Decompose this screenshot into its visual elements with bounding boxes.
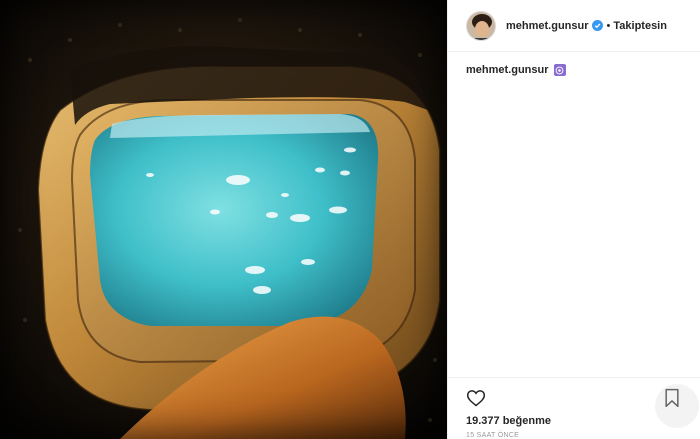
likes-count[interactable]: 19.377 beğenme — [466, 415, 551, 427]
avatar-image — [467, 11, 495, 40]
verified-badge-icon — [591, 20, 603, 31]
post-caption: mehmet.gunsur — [466, 64, 566, 76]
post-sidebar: mehmet.gunsur • Takiptesin mehmet.gunsur — [447, 0, 700, 439]
watermark-logo — [655, 384, 699, 428]
airplane-window-image — [0, 0, 447, 439]
header-username[interactable]: mehmet.gunsur — [506, 20, 589, 32]
purple-emoji-icon — [553, 64, 566, 76]
header-separator: • — [606, 19, 611, 32]
following-button[interactable]: Takiptesin — [613, 20, 667, 32]
instagram-post: mehmet.gunsur • Takiptesin mehmet.gunsur — [0, 0, 700, 439]
post-photo[interactable] — [0, 0, 447, 439]
post-timestamp: 15 SAAT ÖNCE — [466, 432, 520, 439]
avatar[interactable] — [466, 10, 496, 41]
heart-icon[interactable] — [466, 388, 486, 408]
post-header: mehmet.gunsur • Takiptesin — [448, 0, 700, 52]
caption-username[interactable]: mehmet.gunsur — [466, 64, 549, 76]
